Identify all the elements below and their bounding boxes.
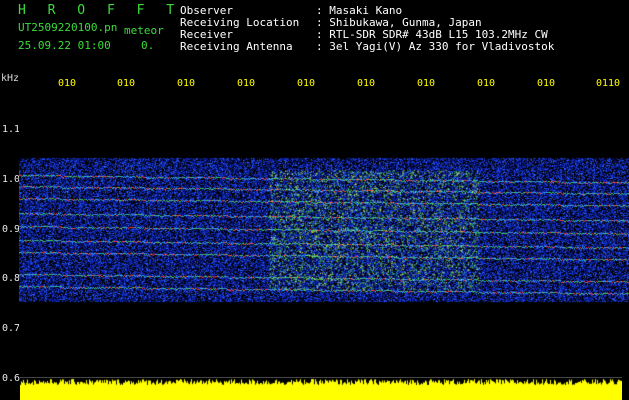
header-label: Receiving Antenna (180, 40, 293, 53)
y-tick-label: 1.0 (2, 174, 21, 185)
x-tick-label: 010 (177, 79, 196, 89)
header-observer: Observer: Masaki Kano (180, 5, 402, 16)
x-tick-label: 010 (417, 79, 436, 89)
timestamp: 25.09.22 01:00 (18, 39, 111, 52)
app-title: H R O F F T (18, 3, 182, 18)
header-location: Receiving Location: Shibukawa, Gunma, Ja… (180, 17, 482, 28)
header-antenna: Receiving Antenna : 3el Yagi(V) Az 330 fo… (180, 41, 554, 52)
x-tick-label: 010 (477, 79, 496, 89)
header-value: : 3el Yagi(V) Az 330 for Vladivostok (316, 40, 555, 53)
y-axis-unit: kHz (1, 73, 20, 84)
x-tick-label: 010 (237, 79, 256, 89)
header-receiver: Receiver: RTL-SDR SDR# 43dB L15 103.2MHz… (180, 29, 548, 40)
y-tick-label: 0.8 (2, 273, 21, 284)
x-tick-label: 0110 (596, 79, 621, 89)
y-tick-label: 0.7 (2, 323, 21, 334)
header-label: Receiver (180, 28, 233, 41)
meteor-count: 0. (141, 39, 155, 52)
header-label: Observer (180, 4, 233, 17)
spectrogram (19, 90, 629, 373)
header-label: Receiving Location (180, 16, 300, 29)
x-tick-label: 010 (357, 79, 376, 89)
x-tick-label: 010 (117, 79, 136, 89)
x-tick-label: 010 (297, 79, 316, 89)
y-tick-label: 1.1 (2, 124, 21, 135)
y-tick-label: 0.9 (2, 224, 21, 235)
spectrum-profile (20, 378, 622, 400)
file-name: UT2509220100.pn (18, 21, 118, 34)
y-tick-label: 0.6 (2, 373, 21, 384)
x-tick-label: 010 (58, 79, 77, 89)
x-tick-label: 010 (537, 79, 556, 89)
event-tag: meteor (124, 24, 164, 37)
